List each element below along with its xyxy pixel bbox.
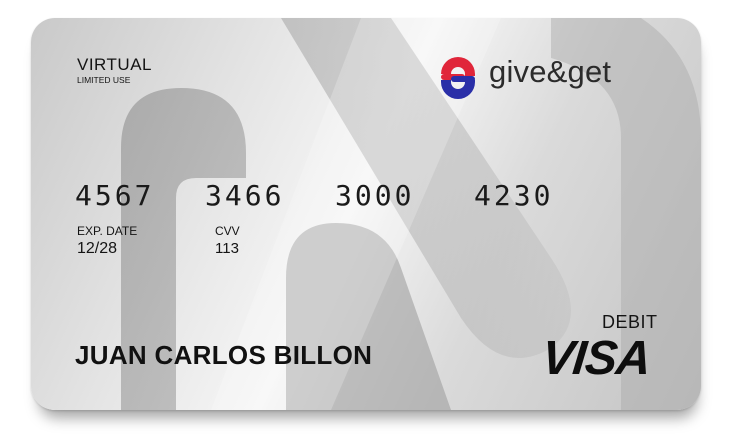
card-number-group-4: 4230 xyxy=(474,179,554,212)
give-and-get-logo-icon xyxy=(441,57,475,99)
debit-card: VIRTUAL LIMITED USE give&get 4567 3466 3… xyxy=(31,18,701,410)
card-number-group-2: 3466 xyxy=(205,179,285,212)
card-number-group-1: 4567 xyxy=(75,179,155,212)
exp-date-value: 12/28 xyxy=(77,240,118,257)
exp-date-label: EXP. DATE xyxy=(77,224,138,238)
cvv-value: 113 xyxy=(215,240,239,257)
brand-name: give&get xyxy=(489,54,612,89)
cardholder-name: JUAN CARLOS BILLON xyxy=(75,340,373,370)
cvv-label: CVV xyxy=(215,224,240,238)
card-type-label: VIRTUAL xyxy=(77,55,152,74)
card-number-group-3: 3000 xyxy=(335,179,415,212)
card-kind-label: DEBIT xyxy=(602,312,658,332)
card-usage-label: LIMITED USE xyxy=(77,75,131,85)
visa-logo-icon: VISA xyxy=(539,332,653,385)
